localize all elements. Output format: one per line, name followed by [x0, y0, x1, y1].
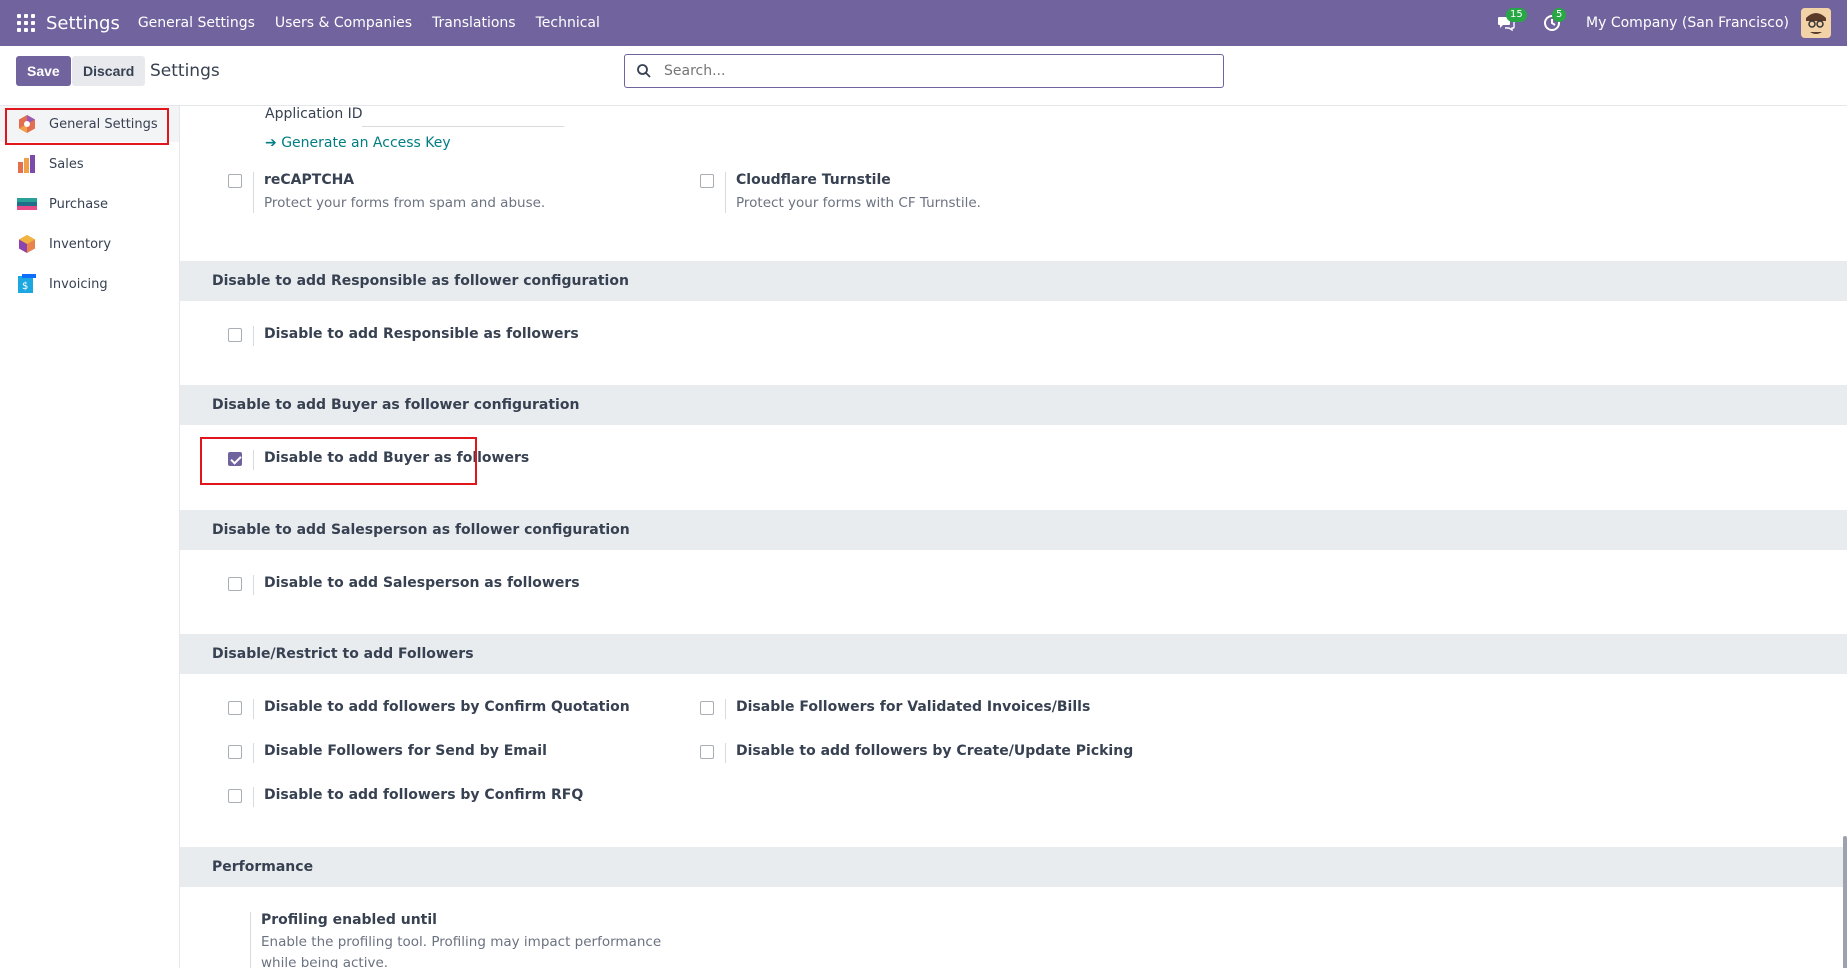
sidebar-item-inventory[interactable]: Inventory [0, 226, 179, 262]
sidebar-item-label: General Settings [49, 116, 158, 132]
responsible-checkbox[interactable] [228, 328, 242, 342]
turnstile-checkbox[interactable] [700, 174, 714, 188]
sidebar-item-label: Sales [49, 156, 84, 172]
menu-translations[interactable]: Translations [432, 15, 516, 31]
confirm-quotation-checkbox[interactable] [228, 701, 242, 715]
discard-button[interactable]: Discard [72, 56, 146, 86]
confirm-rfq-setting: Disable to add followers by Confirm RFQ [228, 787, 583, 807]
menu-technical[interactable]: Technical [536, 15, 600, 31]
activities-badge: 5 [1552, 8, 1567, 22]
app-brand[interactable]: Settings [46, 13, 120, 34]
salesperson-setting: Disable to add Salesperson as followers [228, 575, 580, 595]
profiling-setting: Profiling enabled until Enable the profi… [250, 912, 661, 968]
divider [725, 699, 726, 719]
create-update-picking-checkbox[interactable] [700, 745, 714, 759]
confirm-rfq-label: Disable to add followers by Confirm RFQ [264, 787, 584, 803]
send-email-setting: Disable Followers for Send by Email [228, 743, 547, 763]
buyer-label: Disable to add Buyer as followers [264, 450, 530, 466]
activities-clock-icon[interactable]: 5 [1540, 8, 1567, 35]
arrow-right-icon: ➔ [265, 135, 282, 151]
section-performance: Performance [180, 847, 1847, 887]
apps-menu-icon[interactable] [17, 14, 35, 32]
svg-text:$: $ [22, 281, 28, 292]
invoicing-app-icon: $ [18, 274, 36, 293]
turnstile-label: Cloudflare Turnstile [736, 172, 891, 188]
recaptcha-label: reCAPTCHA [264, 172, 355, 188]
buyer-setting: Disable to add Buyer as followers [228, 450, 529, 470]
validated-invoices-label: Disable Followers for Validated Invoices… [736, 699, 1091, 715]
divider [253, 699, 254, 719]
profiling-desc: Enable the profiling tool. Profiling may… [261, 932, 661, 968]
generate-access-key-link[interactable]: Generate an Access Key [281, 135, 451, 151]
divider [725, 172, 726, 213]
sidebar-item-label: Inventory [49, 236, 112, 252]
section-responsible: Disable to add Responsible as follower c… [180, 261, 1847, 301]
sidebar-item-label: Invoicing [49, 276, 108, 292]
divider [250, 912, 251, 968]
create-update-picking-setting: Disable to add followers by Create/Updat… [700, 743, 1133, 763]
section-buyer: Disable to add Buyer as follower configu… [180, 385, 1847, 425]
validated-invoices-setting: Disable Followers for Validated Invoices… [700, 699, 1090, 719]
settings-app-icon [19, 115, 35, 133]
purchase-app-icon [17, 198, 37, 210]
recaptcha-checkbox[interactable] [228, 174, 242, 188]
sidebar-item-purchase[interactable]: Purchase [0, 186, 179, 222]
section-salesperson: Disable to add Salesperson as follower c… [180, 510, 1847, 550]
validated-invoices-checkbox[interactable] [700, 701, 714, 715]
application-id-row: Application ID [265, 106, 363, 122]
salesperson-label: Disable to add Salesperson as followers [264, 575, 580, 591]
turnstile-setting: Cloudflare Turnstile Protect your forms … [700, 172, 981, 213]
divider [253, 787, 254, 807]
create-update-picking-label: Disable to add followers by Create/Updat… [736, 743, 1134, 759]
divider [253, 172, 254, 213]
salesperson-checkbox[interactable] [228, 577, 242, 591]
section-restrict-followers: Disable/Restrict to add Followers [180, 634, 1847, 674]
buyer-checkbox[interactable] [228, 452, 242, 466]
responsible-setting: Disable to add Responsible as followers [228, 326, 579, 346]
save-button[interactable]: Save [16, 56, 71, 86]
user-avatar[interactable] [1801, 8, 1831, 38]
divider [253, 575, 254, 595]
search-input[interactable] [664, 63, 1204, 79]
turnstile-desc: Protect your forms with CF Turnstile. [736, 195, 981, 211]
company-switcher[interactable]: My Company (San Francisco) [1586, 15, 1789, 31]
confirm-quotation-setting: Disable to add followers by Confirm Quot… [228, 699, 630, 719]
profiling-label: Profiling enabled until [261, 912, 437, 928]
sidebar-item-label: Purchase [49, 196, 109, 212]
settings-sidebar: General Settings Sales Purchase Inventor… [0, 106, 180, 968]
profiling-desc-line1: Enable the profiling tool. Profiling may… [261, 934, 662, 950]
application-id-input[interactable] [362, 126, 564, 127]
application-id-label: Application ID [265, 106, 363, 122]
recaptcha-desc: Protect your forms from spam and abuse. [264, 195, 546, 211]
messages-icon[interactable]: 15 [1494, 8, 1527, 35]
sales-app-icon [18, 155, 35, 173]
confirm-quotation-label: Disable to add followers by Confirm Quot… [264, 699, 630, 715]
control-panel: Save Discard Settings [0, 46, 1847, 106]
search-bar[interactable] [624, 54, 1224, 88]
top-navbar: Settings General Settings Users & Compan… [0, 0, 1847, 46]
sidebar-item-general-settings[interactable]: General Settings [0, 106, 179, 142]
recaptcha-setting: reCAPTCHA Protect your forms from spam a… [228, 172, 545, 213]
search-icon [637, 64, 651, 78]
send-email-checkbox[interactable] [228, 745, 242, 759]
menu-general-settings[interactable]: General Settings [138, 15, 255, 31]
divider [253, 326, 254, 346]
sidebar-item-sales[interactable]: Sales [0, 146, 179, 182]
messages-badge: 15 [1506, 8, 1527, 22]
inventory-app-icon [19, 235, 35, 253]
vertical-scrollbar[interactable] [1843, 836, 1847, 968]
divider [725, 743, 726, 763]
divider [253, 450, 254, 470]
page-title: Settings [150, 61, 220, 81]
divider [253, 743, 254, 763]
settings-content: Application ID ➔ Generate an Access Key … [180, 106, 1847, 968]
responsible-label: Disable to add Responsible as followers [264, 326, 579, 342]
profiling-desc-line2: while being active. [261, 955, 389, 968]
confirm-rfq-checkbox[interactable] [228, 789, 242, 803]
sidebar-item-invoicing[interactable]: $ Invoicing [0, 266, 179, 302]
generate-key-row[interactable]: ➔ Generate an Access Key [265, 135, 451, 151]
menu-users-companies[interactable]: Users & Companies [275, 15, 412, 31]
send-email-label: Disable Followers for Send by Email [264, 743, 547, 759]
